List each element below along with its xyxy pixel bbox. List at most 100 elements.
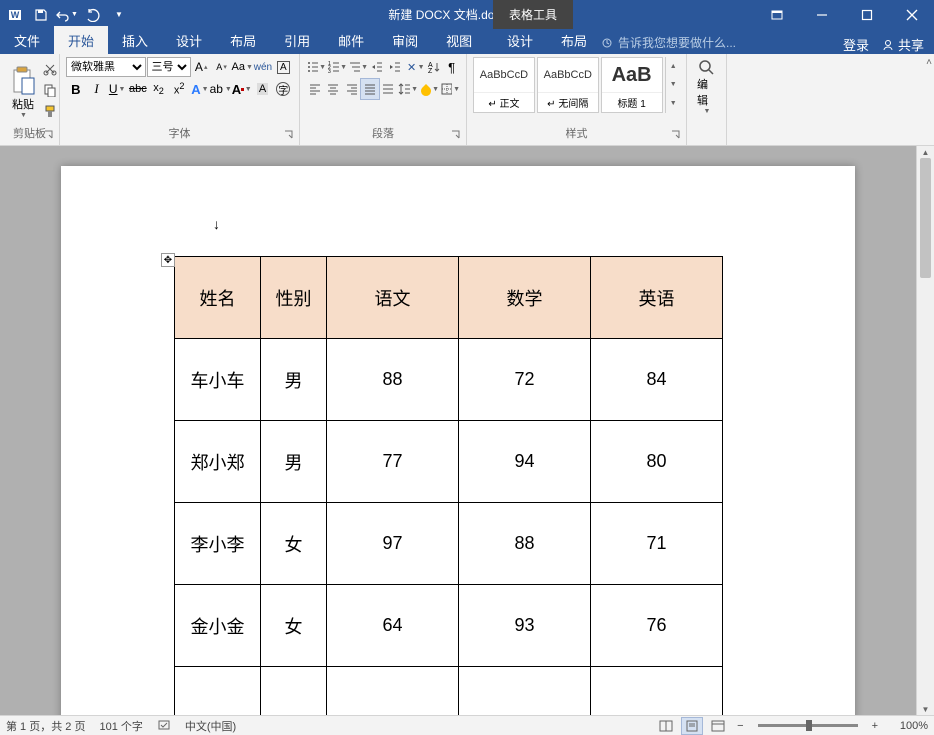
collapse-ribbon-icon[interactable]: ˄ (926, 56, 932, 68)
document-area[interactable]: ↓ ✥ 姓名 性别 语文 数学 英语 车小车 男 88 72 84 郑小郑 男 … (0, 146, 916, 715)
align-left-icon[interactable] (306, 79, 323, 99)
table-cell[interactable]: 97 (327, 503, 459, 585)
style-no-spacing[interactable]: AaBbCcD ↵ 无间隔 (537, 57, 599, 113)
table-cell[interactable]: 男 (261, 421, 327, 503)
table-row[interactable] (175, 667, 723, 716)
table-cell[interactable]: 男 (261, 339, 327, 421)
scrollbar-thumb[interactable] (920, 158, 931, 278)
distribute-icon[interactable] (380, 79, 397, 99)
undo-icon[interactable]: ▼ (56, 4, 78, 26)
style-normal[interactable]: AaBbCcD ↵ 正文 (473, 57, 535, 113)
tab-design[interactable]: 设计 (162, 26, 216, 54)
align-justify-icon[interactable] (361, 79, 378, 99)
zoom-in-icon[interactable]: + (868, 720, 882, 732)
copy-icon[interactable] (40, 80, 60, 100)
table-cell[interactable]: 76 (591, 585, 723, 667)
underline-icon[interactable]: U▼ (107, 79, 127, 99)
status-language[interactable]: 中文(中国) (185, 718, 236, 734)
table-header-cell[interactable]: 姓名 (175, 257, 261, 339)
table-move-handle[interactable]: ✥ (161, 253, 175, 267)
decrease-indent-icon[interactable] (369, 57, 386, 77)
shading-icon[interactable]: ▼ (419, 79, 439, 99)
table-header-cell[interactable]: 语文 (327, 257, 459, 339)
change-case-icon[interactable]: Aa▼ (232, 57, 252, 77)
qat-customize-icon[interactable]: ▼ (108, 4, 130, 26)
save-icon[interactable] (30, 4, 52, 26)
asian-layout-icon[interactable]: ✕▼ (405, 57, 425, 77)
shrink-font-icon[interactable]: A▾ (212, 57, 231, 77)
table-header-cell[interactable]: 数学 (459, 257, 591, 339)
close-button[interactable] (889, 0, 934, 29)
maximize-button[interactable] (844, 0, 889, 29)
table-header-cell[interactable]: 性别 (261, 257, 327, 339)
view-web-layout-icon[interactable] (707, 717, 729, 735)
tab-insert[interactable]: 插入 (108, 26, 162, 54)
clipboard-dialog-launcher[interactable] (44, 130, 56, 142)
zoom-slider[interactable] (758, 724, 858, 727)
enclose-char-icon[interactable]: 字 (273, 79, 293, 99)
sign-in-link[interactable]: 登录 (843, 35, 869, 54)
styles-gallery[interactable]: AaBbCcD ↵ 正文 AaBbCcD ↵ 无间隔 AaB 标题 1 ▲ ▼ … (473, 57, 680, 113)
subscript-icon[interactable]: x2 (149, 79, 169, 99)
ribbon-options-icon[interactable] (754, 0, 799, 29)
table-cell[interactable] (459, 667, 591, 716)
minimize-button[interactable] (799, 0, 844, 29)
editing-button[interactable]: 编辑▼ (693, 57, 720, 117)
table-cell[interactable]: 64 (327, 585, 459, 667)
table-cell[interactable]: 郑小郑 (175, 421, 261, 503)
tab-view[interactable]: 视图 (432, 26, 486, 54)
char-shading-icon[interactable]: A (253, 79, 273, 99)
table-cell[interactable]: 女 (261, 585, 327, 667)
tab-layout[interactable]: 布局 (216, 26, 270, 54)
zoom-level[interactable]: 100% (886, 720, 928, 732)
font-size-select[interactable]: 三号 (147, 57, 191, 77)
table-cell[interactable] (175, 667, 261, 716)
table-cell[interactable]: 80 (591, 421, 723, 503)
strikethrough-icon[interactable]: abc (128, 79, 148, 99)
styles-dialog-launcher[interactable] (671, 130, 683, 142)
share-button[interactable]: 共享 (881, 35, 924, 54)
table-cell[interactable]: 李小李 (175, 503, 261, 585)
vertical-scrollbar[interactable]: ▲ ▼ (916, 146, 934, 715)
table-cell[interactable] (261, 667, 327, 716)
numbering-icon[interactable]: 123▼ (327, 57, 347, 77)
tab-references[interactable]: 引用 (270, 26, 324, 54)
styles-gallery-more[interactable]: ▲ ▼ ▼ (665, 57, 680, 113)
scroll-down-icon[interactable]: ▼ (917, 703, 934, 715)
style-heading1[interactable]: AaB 标题 1 (601, 57, 663, 113)
table-cell[interactable]: 72 (459, 339, 591, 421)
status-spellcheck-icon[interactable] (157, 718, 171, 734)
table-header-row[interactable]: 姓名 性别 语文 数学 英语 (175, 257, 723, 339)
tab-review[interactable]: 审阅 (378, 26, 432, 54)
table-row[interactable]: 金小金 女 64 93 76 (175, 585, 723, 667)
font-name-select[interactable]: 微软雅黑 (66, 57, 146, 77)
table-cell[interactable] (327, 667, 459, 716)
cut-icon[interactable] (40, 59, 60, 79)
format-painter-icon[interactable] (40, 101, 60, 121)
paragraph-dialog-launcher[interactable] (451, 130, 463, 142)
multilevel-list-icon[interactable]: ▼ (348, 57, 368, 77)
view-print-layout-icon[interactable] (681, 717, 703, 735)
table-row[interactable]: 车小车 男 88 72 84 (175, 339, 723, 421)
tab-home[interactable]: 开始 (54, 26, 108, 54)
sort-icon[interactable]: AZ (426, 57, 443, 77)
table-cell[interactable]: 车小车 (175, 339, 261, 421)
table-row[interactable]: 李小李 女 97 88 71 (175, 503, 723, 585)
increase-indent-icon[interactable] (387, 57, 404, 77)
text-effects-icon[interactable]: A▼ (190, 79, 210, 99)
zoom-out-icon[interactable]: − (733, 720, 747, 732)
font-color-icon[interactable]: A▼ (232, 79, 252, 99)
table-cell[interactable]: 84 (591, 339, 723, 421)
bold-icon[interactable]: B (66, 79, 86, 99)
tell-me-search[interactable]: 告诉我您想要做什么... (600, 31, 736, 54)
table-cell[interactable]: 88 (459, 503, 591, 585)
tab-table-layout[interactable]: 布局 (547, 26, 601, 54)
table-cell[interactable]: 71 (591, 503, 723, 585)
table-cell[interactable]: 77 (327, 421, 459, 503)
table-cell[interactable]: 女 (261, 503, 327, 585)
table-cell[interactable]: 94 (459, 421, 591, 503)
document-table[interactable]: 姓名 性别 语文 数学 英语 车小车 男 88 72 84 郑小郑 男 77 9… (174, 256, 723, 715)
show-marks-icon[interactable]: ¶ (443, 57, 460, 77)
align-center-icon[interactable] (324, 79, 341, 99)
scroll-up-icon[interactable]: ▲ (917, 146, 934, 158)
